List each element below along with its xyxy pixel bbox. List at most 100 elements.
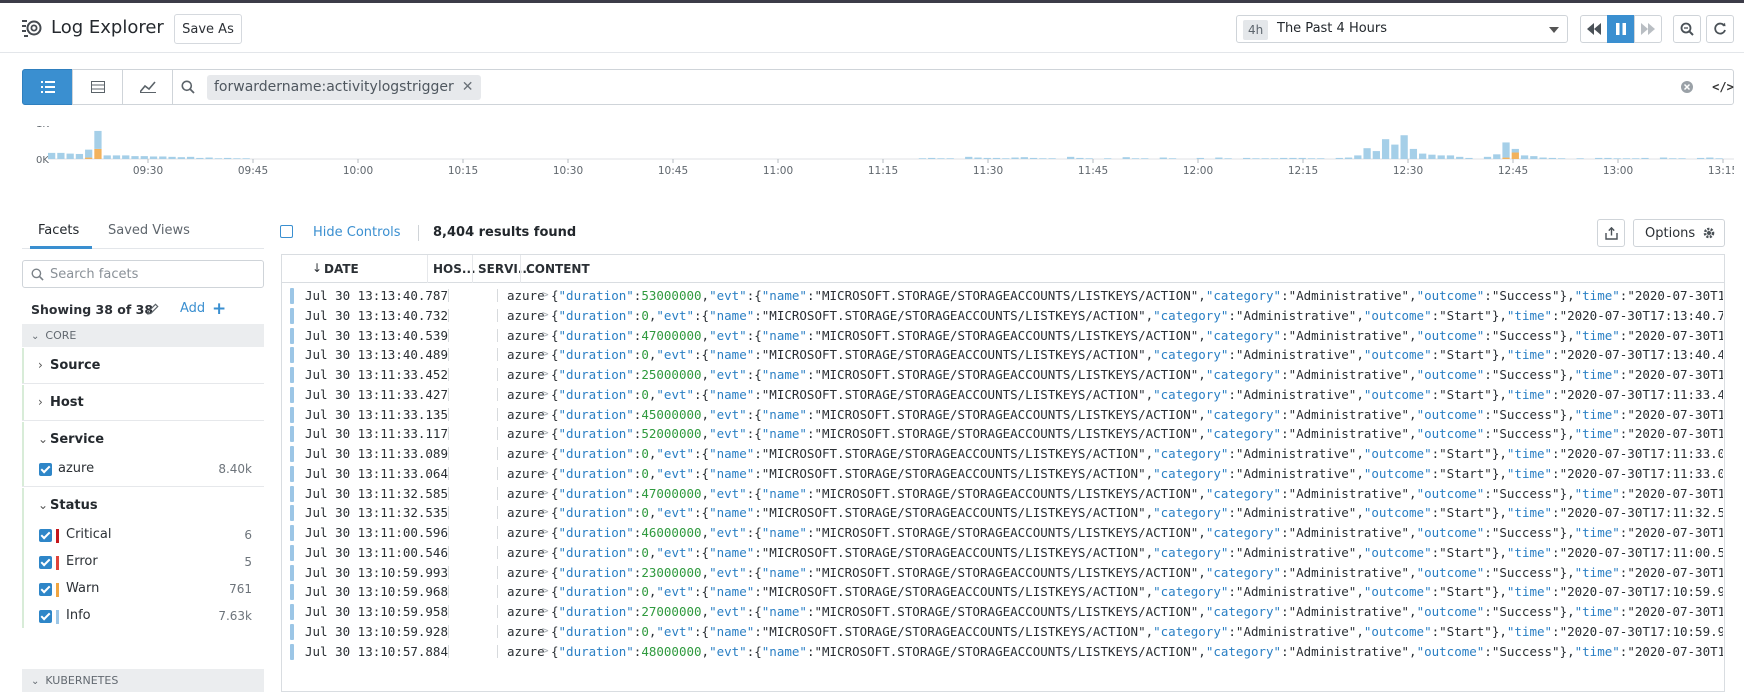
- column-date[interactable]: DATE: [324, 262, 359, 276]
- checkbox[interactable]: [39, 583, 52, 596]
- facet-source-toggle[interactable]: › Source: [38, 358, 100, 373]
- facet-value-warn[interactable]: Warn 761: [39, 581, 264, 599]
- caret-down-icon: [1549, 27, 1559, 33]
- tab-saved-views[interactable]: Saved Views: [108, 223, 190, 238]
- timeline-info-bar: [122, 155, 130, 159]
- table-row[interactable]: Jul 30 13:13:40.787 azure > {"duration":530…: [282, 285, 1724, 307]
- table-row[interactable]: Jul 30 13:11:33.427 azure > {"duration":0,"…: [282, 384, 1724, 406]
- table-row[interactable]: Jul 30 13:13:40.489 azure > {"duration":0,"…: [282, 344, 1724, 366]
- line-chart-icon: [139, 81, 156, 93]
- table-row[interactable]: Jul 30 13:10:59.968 azure > {"duration":0,"…: [282, 581, 1724, 603]
- log-date: Jul 30 13:13:40.732: [305, 307, 448, 323]
- timeline-info-bar: [1261, 158, 1269, 159]
- table-row[interactable]: Jul 30 13:11:33.064 azure > {"duration":0,"…: [282, 463, 1724, 485]
- log-content: {"duration":47000000,"evt":{"name":"MICR…: [551, 485, 1723, 501]
- patterns-view-button[interactable]: [72, 69, 123, 105]
- status-indicator: [290, 584, 294, 601]
- table-row[interactable]: Jul 30 13:11:32.535 azure > {"duration":0,"…: [282, 502, 1724, 524]
- kubernetes-section-header[interactable]: ⌄ KUBERNETES: [22, 669, 264, 692]
- cell-divider: [497, 644, 498, 658]
- query-filter-chip[interactable]: forwardername:activitylogstrigger ✕: [207, 75, 482, 100]
- timeline-info-bar: [946, 158, 954, 159]
- facet-count-label: Showing 38 of 38: [31, 302, 154, 317]
- pencil-icon[interactable]: [147, 303, 159, 315]
- zoom-out-button[interactable]: [1673, 15, 1701, 43]
- code-toggle-icon[interactable]: </>: [1710, 69, 1736, 105]
- collapse-panel-icon[interactable]: [280, 225, 293, 238]
- log-service: azure: [507, 564, 545, 580]
- checkbox[interactable]: [39, 463, 52, 476]
- query-text: forwardername:activitylogstrigger: [214, 79, 454, 95]
- cell-divider: [497, 328, 498, 342]
- search-icon: [31, 268, 44, 281]
- timeline-info-bar: [1039, 158, 1047, 159]
- facet-value-error[interactable]: Error 5: [39, 554, 264, 572]
- time-range-select[interactable]: 4h The Past 4 Hours: [1236, 15, 1568, 43]
- checkbox[interactable]: [39, 556, 52, 569]
- checkbox[interactable]: [39, 529, 52, 542]
- status-indicator: [290, 623, 294, 640]
- timeline-info-bar: [1502, 142, 1510, 158]
- timeline-info-bar: [177, 157, 185, 159]
- analytics-view-button[interactable]: [122, 69, 173, 105]
- list-view-button[interactable]: [22, 69, 73, 105]
- facet-host-toggle[interactable]: › Host: [38, 395, 84, 410]
- log-service: azure: [507, 643, 545, 659]
- host-cell: [448, 328, 449, 342]
- refresh-button[interactable]: [1706, 15, 1734, 43]
- facet-source-label: Source: [50, 358, 101, 373]
- column-content[interactable]: CONTENT: [526, 262, 590, 276]
- close-icon[interactable]: ✕: [462, 75, 474, 100]
- column-host[interactable]: HOS...: [433, 262, 476, 276]
- host-cell: [448, 605, 449, 618]
- chevron-right-icon: >: [542, 643, 549, 657]
- table-row[interactable]: Jul 30 13:10:57.884 azure > {"duration":480…: [282, 641, 1724, 663]
- table-row[interactable]: Jul 30 13:11:00.596 azure > {"duration":460…: [282, 522, 1724, 544]
- pause-button[interactable]: [1607, 15, 1635, 43]
- clear-query-icon[interactable]: [1680, 80, 1694, 94]
- facet-value-azure[interactable]: azure 8.40k: [39, 461, 264, 479]
- checkbox[interactable]: [39, 610, 52, 623]
- table-row[interactable]: Jul 30 13:10:59.958 azure > {"duration":270…: [282, 601, 1724, 623]
- table-row[interactable]: Jul 30 13:13:40.732 azure > {"duration":0,"…: [282, 305, 1724, 327]
- chevron-right-icon: >: [542, 446, 549, 459]
- options-button[interactable]: Options: [1633, 219, 1725, 247]
- table-row[interactable]: Jul 30 13:13:40.539 azure > {"duration":470…: [282, 325, 1724, 347]
- sort-arrow-down-icon[interactable]: ↓: [312, 261, 322, 275]
- core-section-header[interactable]: ⌄ CORE: [22, 324, 264, 347]
- plus-icon[interactable]: +: [212, 299, 226, 319]
- timeline-info-bar: [1363, 148, 1371, 159]
- status-indicator: [290, 544, 294, 561]
- hide-controls-button[interactable]: Hide Controls: [313, 225, 401, 240]
- table-row[interactable]: Jul 30 13:10:59.993 azure > {"duration":230…: [282, 562, 1724, 584]
- chevron-down-icon: ⌄: [31, 331, 40, 342]
- log-service: azure: [507, 623, 545, 639]
- facet-service-toggle[interactable]: ⌄ Service: [38, 432, 104, 447]
- step-back-button[interactable]: [1580, 15, 1608, 43]
- status-indicator: [290, 307, 294, 324]
- step-forward-button[interactable]: [1634, 15, 1662, 43]
- facet-host-label: Host: [50, 395, 84, 410]
- kubernetes-section-label: KUBERNETES: [45, 674, 119, 687]
- facet-status-toggle[interactable]: ⌄ Status: [38, 498, 98, 513]
- table-row[interactable]: Jul 30 13:11:33.089 azure > {"duration":0,"…: [282, 443, 1724, 465]
- column-service[interactable]: SERVI...: [478, 262, 532, 276]
- facet-value-critical[interactable]: Critical 6: [39, 527, 264, 545]
- table-row[interactable]: Jul 30 13:10:59.928 azure > {"duration":0,"…: [282, 621, 1724, 643]
- table-row[interactable]: Jul 30 13:11:32.585 azure > {"duration":470…: [282, 483, 1724, 505]
- table-row[interactable]: Jul 30 13:11:00.546 azure > {"duration":0,"…: [282, 542, 1724, 564]
- table-row[interactable]: Jul 30 13:11:33.452 azure > {"duration":250…: [282, 364, 1724, 386]
- y-tick-label: 1K: [36, 126, 49, 130]
- add-facet-button[interactable]: Add: [180, 301, 205, 316]
- table-row[interactable]: Jul 30 13:11:33.117 azure > {"duration":520…: [282, 423, 1724, 445]
- table-row[interactable]: Jul 30 13:11:33.135 azure > {"duration":450…: [282, 404, 1724, 426]
- facet-search-input[interactable]: [50, 265, 250, 283]
- status-indicator: [290, 643, 294, 660]
- timeline-histogram[interactable]: 1K 0K 09:30 09:45 10:00 10:15 10:30 10:45 11:00 1…: [20, 126, 1734, 196]
- export-button[interactable]: [1597, 219, 1625, 247]
- save-as-button[interactable]: Save As: [174, 14, 242, 44]
- facet-value-info[interactable]: Info 7.63k: [39, 608, 264, 626]
- log-service: azure: [507, 485, 545, 501]
- facet-value-count: 5: [244, 555, 252, 569]
- tab-facets[interactable]: Facets: [38, 223, 79, 238]
